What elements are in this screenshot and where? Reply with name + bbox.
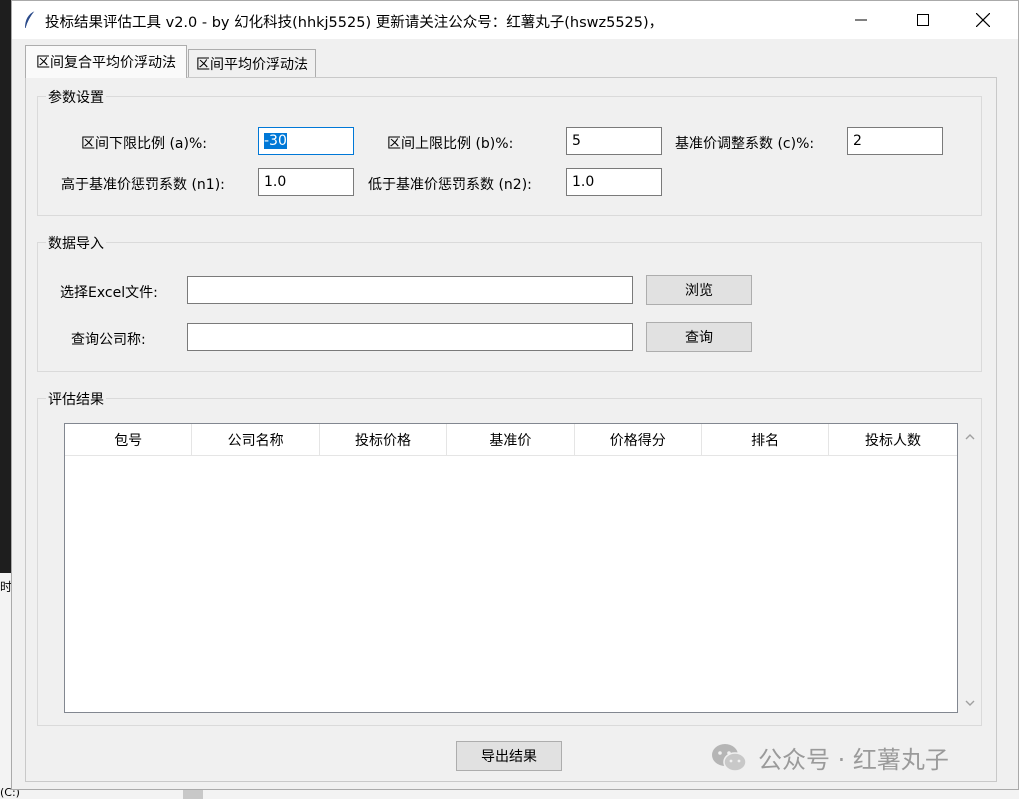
column-header-package[interactable]: 包号 [65,424,193,456]
params-group-title: 参数设置 [46,87,106,107]
maximize-button[interactable] [897,1,949,39]
browse-button[interactable]: 浏览 [646,275,752,305]
close-icon [976,13,990,27]
window-title: 投标结果评估工具 v2.0 - by 幻化科技(hhkj5525) 更新请关注公… [45,15,664,31]
upper-ratio-label: 区间上限比例 (b)%: [387,136,514,152]
tab-composite-average-float[interactable]: 区间复合平均价浮动法 [25,45,187,78]
column-header-rank[interactable]: 排名 [702,424,830,456]
export-results-button[interactable]: 导出结果 [456,741,562,771]
excel-file-label: 选择Excel文件: [60,285,158,301]
company-query-input[interactable] [187,323,633,351]
excel-file-input[interactable] [187,276,633,304]
wechat-icon [712,743,747,772]
app-window: 投标结果评估工具 v2.0 - by 幻化科技(hhkj5525) 更新请关注公… [11,0,1019,790]
feather-icon [25,10,36,29]
tab-average-float[interactable]: 区间平均价浮动法 [188,49,316,77]
tab-panel: 参数设置 区间下限比例 (a)%: -30 区间上限比例 (b)%: 5 基准价… [25,77,997,782]
query-button[interactable]: 查询 [646,322,752,352]
results-group-title: 评估结果 [46,389,106,409]
company-query-label: 查询公司称: [71,332,146,348]
column-header-base-price[interactable]: 基准价 [447,424,575,456]
column-header-price-score[interactable]: 价格得分 [575,424,702,456]
title-bar[interactable]: 投标结果评估工具 v2.0 - by 幻化科技(hhkj5525) 更新请关注公… [12,1,1018,39]
close-button[interactable] [957,1,1009,39]
adjust-coef-input[interactable]: 2 [847,127,943,155]
background-scrollbar-thumb [183,789,203,799]
maximize-icon [917,14,929,26]
results-scrollbar[interactable] [960,423,980,713]
import-group-title: 数据导入 [46,233,106,253]
results-table-header: 包号 公司名称 投标价格 基准价 价格得分 排名 投标人数 [65,424,957,456]
column-header-bid-price[interactable]: 投标价格 [320,424,448,456]
import-group: 数据导入 [37,233,982,372]
lower-ratio-label: 区间下限比例 (a)%: [81,136,207,152]
minimize-icon [855,19,867,21]
high-penalty-input[interactable]: 1.0 [258,168,354,196]
high-penalty-label: 高于基准价惩罚系数 (n1): [61,177,225,193]
column-header-bidder-count[interactable]: 投标人数 [829,424,956,456]
watermark-text: 公众号 · 红薯丸子 [758,746,949,774]
scroll-up-icon[interactable] [964,431,976,443]
low-penalty-label: 低于基准价惩罚系数 (n2): [368,177,532,193]
scroll-down-icon[interactable] [964,697,976,709]
results-table[interactable]: 包号 公司名称 投标价格 基准价 价格得分 排名 投标人数 [64,423,958,713]
params-group: 参数设置 [37,87,982,216]
adjust-coef-label: 基准价调整系数 (c)%: [675,136,815,152]
watermark: 公众号 · 红薯丸子 [710,740,949,775]
column-header-company[interactable]: 公司名称 [192,424,320,456]
low-penalty-input[interactable]: 1.0 [566,168,662,196]
upper-ratio-input[interactable]: 5 [566,127,662,155]
lower-ratio-input[interactable]: -30 [258,127,354,155]
minimize-button[interactable] [835,1,887,39]
